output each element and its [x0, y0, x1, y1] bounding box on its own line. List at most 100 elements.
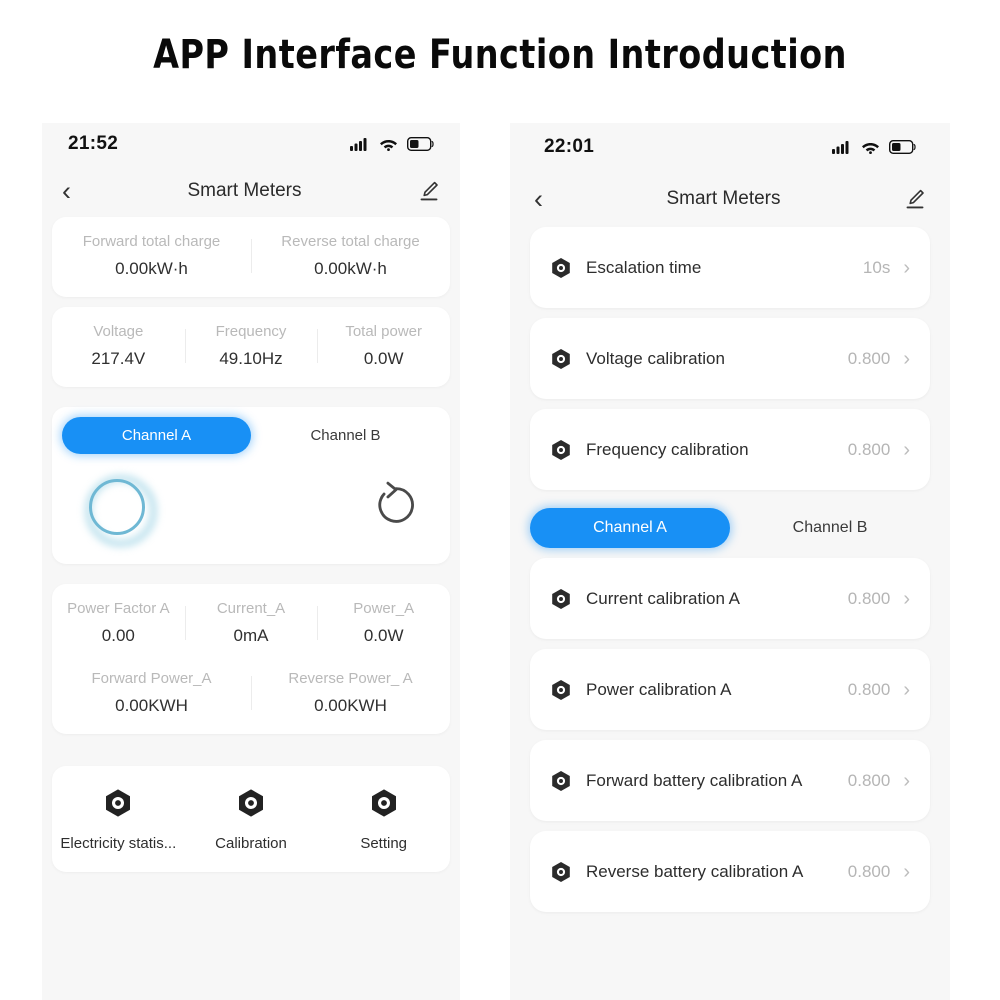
metric-label: Total power	[345, 323, 423, 340]
metric-reverse-total-charge: Reverse total charge 0.00kW·h	[251, 233, 450, 279]
list-item-label: Power calibration A	[586, 679, 732, 699]
nav-bar: ‹ Smart Meters	[510, 171, 950, 227]
hex-nut-icon	[552, 348, 570, 369]
status-time: 21:52	[68, 133, 119, 154]
right-phone-screen: 22:01 ‹ Smart Meters Escalation time 10s…	[510, 123, 950, 1000]
hex-nut-icon	[371, 789, 396, 817]
channel-energy-row: Forward Power_A 0.00KWH Reverse Power_ A…	[52, 664, 450, 734]
tab-channel-a[interactable]: Channel A	[62, 417, 251, 454]
channel-metrics-row: Power Factor A 0.00 Current_A 0mA Power_…	[52, 584, 450, 664]
channel-metrics-card: Power Factor A 0.00 Current_A 0mA Power_…	[52, 584, 450, 734]
status-icons	[350, 137, 434, 151]
page-heading: Smart Meters	[666, 188, 781, 209]
chevron-right-icon: ›	[903, 860, 910, 883]
metric-value: 0mA	[233, 626, 269, 645]
chevron-right-icon: ›	[903, 438, 910, 461]
list-item-label: Current calibration A	[586, 588, 741, 608]
metric-voltage: Voltage 217.4V	[52, 323, 185, 369]
list-item-value: 0.800	[847, 770, 891, 790]
metric-power-a: Power_A 0.0W	[317, 600, 450, 646]
back-chevron-icon[interactable]: ‹	[534, 185, 543, 213]
hex-nut-icon	[552, 588, 570, 609]
total-charge-card: Forward total charge 0.00kW·h Reverse to…	[52, 217, 450, 297]
refresh-ccw-icon[interactable]	[372, 481, 420, 529]
signal-bars-icon	[350, 138, 367, 151]
status-time: 22:01	[544, 136, 595, 157]
metric-value: 0.0W	[363, 626, 404, 645]
wifi-icon	[380, 140, 397, 151]
left-phone-screen: 21:52 ‹ Smart Meters Forward total charg…	[42, 123, 460, 1000]
bottom-nav-item-electricity-statistics[interactable]: Electricity statis...	[52, 788, 185, 852]
settings-card-voltage: Voltage calibration 0.800 ›	[530, 318, 930, 399]
ring-core	[89, 479, 145, 535]
status-icons	[832, 140, 916, 154]
edit-pencil-icon[interactable]	[418, 180, 440, 202]
list-item-value: 0.800	[847, 861, 891, 881]
back-chevron-icon[interactable]: ‹	[62, 177, 71, 205]
chevron-right-icon: ›	[903, 678, 910, 701]
wifi-icon	[862, 143, 879, 154]
battery-low-icon	[889, 140, 916, 154]
edit-pencil-icon[interactable]	[904, 188, 926, 210]
tab-channel-a[interactable]: Channel A	[530, 508, 730, 548]
chevron-right-icon: ›	[903, 587, 910, 610]
tab-channel-b[interactable]: Channel B	[730, 508, 930, 548]
metric-value: 0.00kW·h	[115, 259, 188, 278]
bottom-nav-item-calibration[interactable]: Calibration	[185, 788, 318, 852]
chevron-right-icon: ›	[903, 769, 910, 792]
chevron-right-icon: ›	[903, 256, 910, 279]
signal-bars-icon	[832, 141, 849, 154]
hex-nut-icon	[552, 257, 570, 278]
list-item-voltage-calibration[interactable]: Voltage calibration 0.800 ›	[530, 318, 930, 399]
metric-label: Reverse total charge	[281, 233, 420, 250]
page-title: APP Interface Function Introduction	[153, 32, 847, 78]
metric-label: Frequency	[215, 323, 287, 340]
channel-tabs: Channel A Channel B	[52, 407, 450, 456]
hex-nut-icon	[552, 679, 570, 700]
settings-card-current: Current calibration A 0.800 ›	[530, 558, 930, 639]
mains-row: Voltage 217.4V Frequency 49.10Hz Total p…	[52, 307, 450, 387]
list-item-label: Frequency calibration	[586, 439, 749, 459]
tab-channel-b[interactable]: Channel B	[251, 417, 440, 454]
list-item-forward-battery-calibration-a[interactable]: Forward battery calibration A 0.800 ›	[530, 740, 930, 821]
bottom-nav-item-setting[interactable]: Setting	[317, 788, 450, 852]
bottom-nav-label: Setting	[360, 835, 408, 852]
page-heading: Smart Meters	[187, 180, 302, 201]
settings-card-top: Escalation time 10s ›	[530, 227, 930, 308]
loading-ring-icon	[82, 472, 157, 547]
bottom-nav-label: Electricity statis...	[60, 835, 177, 852]
list-item-escalation-time[interactable]: Escalation time 10s ›	[530, 227, 930, 308]
list-item-value: 0.800	[847, 348, 891, 368]
metric-forward-total-charge: Forward total charge 0.00kW·h	[52, 233, 251, 279]
metric-value: 217.4V	[91, 349, 146, 368]
list-item-reverse-battery-calibration-a[interactable]: Reverse battery calibration A 0.800 ›	[530, 831, 930, 912]
metric-label: Power Factor A	[67, 600, 170, 617]
list-item-label: Voltage calibration	[586, 348, 725, 368]
bottom-nav-label: Calibration	[215, 835, 287, 852]
list-item-current-calibration-a[interactable]: Current calibration A 0.800 ›	[530, 558, 930, 639]
list-item-power-calibration-a[interactable]: Power calibration A 0.800 ›	[530, 649, 930, 730]
metric-forward-power-a: Forward Power_A 0.00KWH	[52, 670, 251, 716]
settings-card-frequency: Frequency calibration 0.800 ›	[530, 409, 930, 490]
hex-nut-icon	[239, 789, 263, 817]
hex-nut-icon	[552, 861, 570, 882]
metric-label: Reverse Power_ A	[288, 670, 413, 687]
loader-row	[52, 456, 450, 564]
list-item-value: 0.800	[847, 679, 891, 699]
metric-value: 0.00kW·h	[314, 259, 387, 278]
total-charge-row: Forward total charge 0.00kW·h Reverse to…	[52, 217, 450, 297]
list-item-frequency-calibration[interactable]: Frequency calibration 0.800 ›	[530, 409, 930, 490]
list-item-label: Reverse battery calibration A	[586, 861, 804, 881]
metric-value: 49.10Hz	[219, 349, 283, 368]
metric-label: Forward Power_A	[91, 670, 212, 687]
metric-value: 0.00	[101, 626, 135, 645]
metric-value: 0.00KWH	[115, 696, 188, 715]
status-bar: 22:01	[510, 123, 950, 171]
metric-total-power: Total power 0.0W	[317, 323, 450, 369]
hex-nut-icon	[552, 770, 570, 791]
settings-card-power: Power calibration A 0.800 ›	[530, 649, 930, 730]
hex-nut-icon	[552, 439, 570, 460]
bottom-nav: Electricity statis... Calibration Settin…	[52, 766, 450, 872]
